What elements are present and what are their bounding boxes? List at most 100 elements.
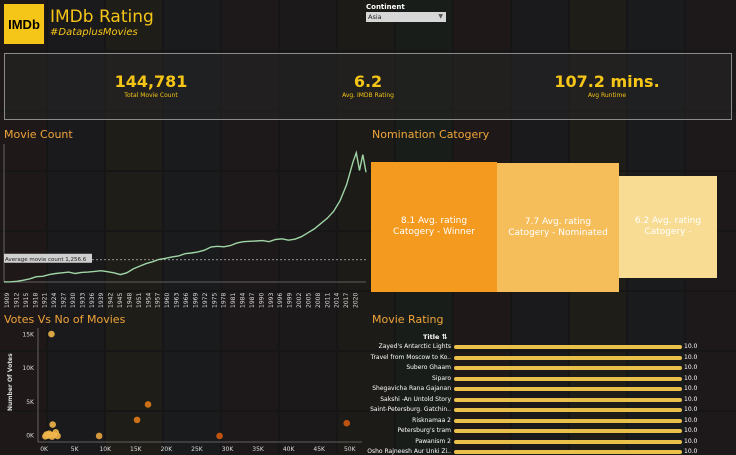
rating-row-title[interactable]: Shegavicha Rana Gajanan <box>372 385 451 392</box>
x-tick-label: 1933 <box>79 293 86 308</box>
x-tick-label: 1975 <box>211 293 218 308</box>
nomination-section-title: Nomination Catogery <box>372 128 490 141</box>
x-tick-label: 1948 <box>127 293 134 308</box>
scatter-point <box>48 433 56 440</box>
nomination-avg-rating: 6.2 Avg. rating <box>634 216 702 226</box>
x-tick-label: 1960 <box>164 293 171 308</box>
scatter-point <box>49 421 56 428</box>
x-tick-label: 1921 <box>42 293 49 308</box>
x-tick-label: 1951 <box>136 293 143 308</box>
scatter-point <box>48 330 55 338</box>
rating-row-title[interactable]: Travel from Moscow to Ko.. <box>371 354 451 361</box>
rating-row-title[interactable]: Siparo <box>432 375 451 382</box>
x-tick-label: 2011 <box>324 293 331 308</box>
x-tick-label: 1978 <box>221 293 228 308</box>
x-tick-label: 1984 <box>240 293 247 308</box>
x-tick-label: 25K <box>191 446 204 453</box>
kpi-panel: 144,781 Total Movie Count 6.2 Avg. IMDB … <box>4 53 732 120</box>
rating-row-value: 10.0 <box>684 385 698 392</box>
nomination-avg-rating: 8.1 Avg. rating <box>400 216 468 226</box>
y-tick-label: 10K <box>22 365 35 372</box>
continent-dropdown[interactable]: Asia ▼ <box>366 12 446 22</box>
x-tick-label: 1969 <box>192 293 199 308</box>
rating-row-value: 10.0 <box>684 343 698 350</box>
x-tick-label: 2005 <box>306 293 313 308</box>
kpi-value: 6.2 <box>353 72 383 91</box>
kpi-avg-imdb-rating: 6.2 Avg. IMDB Rating <box>288 72 448 99</box>
page-subtitle: #DataplusMovies <box>50 27 138 38</box>
x-tick-label: 1972 <box>202 293 209 308</box>
rating-row-value: 10.0 <box>684 395 698 403</box>
kpi-label: Avg. IMDB Rating <box>342 92 394 99</box>
rating-row-value: 10.0 <box>684 416 698 424</box>
x-tick-label: 1909 <box>4 293 11 308</box>
rating-row-bar[interactable] <box>454 376 682 381</box>
sort-icon[interactable]: ⇅ <box>442 333 448 341</box>
average-reference-label-text: Average movie count 1,256.6 <box>5 257 87 263</box>
rating-row-value: 10.0 <box>684 406 698 413</box>
rating-row-bar[interactable] <box>454 366 682 370</box>
nomination-category: Catogery - Winner <box>393 227 475 237</box>
rating-row-bar[interactable] <box>454 429 682 433</box>
kpi-label: Total Movie Count <box>124 92 178 99</box>
rating-row-bar[interactable] <box>454 397 682 402</box>
imdb-logo: IMDb <box>4 4 44 44</box>
scatter-point <box>133 416 141 424</box>
x-tick-label: 2014 <box>334 293 341 308</box>
rating-list-header-label: Title <box>423 333 440 341</box>
rating-row-value: 10.0 <box>684 427 698 434</box>
x-tick-label: 1942 <box>108 293 115 308</box>
votes-scatter-chart[interactable]: Number Of Votes 0K 5K 10K 15K 0K 5K 10K 15K 20K 25… <box>0 324 368 454</box>
nomination-bar-other[interactable]: 6.2 Avg. rating Catogery - <box>619 176 717 278</box>
nomination-category: Catogery - <box>644 227 692 237</box>
rating-row-bar[interactable] <box>454 418 682 423</box>
rating-row-title[interactable]: Petersburg's tram <box>397 427 451 434</box>
x-tick-label: 1981 <box>230 293 237 308</box>
x-tick-label: 0K <box>40 446 49 453</box>
rating-row-value: 10.0 <box>684 364 698 371</box>
x-tick-label: 1987 <box>249 293 256 308</box>
kpi-value: 107.2 mins. <box>554 72 660 91</box>
x-tick-label: 2020 <box>353 293 360 308</box>
rating-row-bar[interactable] <box>454 355 682 360</box>
scatter-point <box>216 432 223 440</box>
rating-row-bar[interactable] <box>454 408 682 412</box>
x-tick-label: 1993 <box>268 293 275 308</box>
rating-row-title[interactable]: Saint-Petersburg. Gatchin.. <box>370 406 451 413</box>
scatter-point <box>95 432 103 440</box>
y-tick-label: 0K <box>26 432 35 439</box>
y-tick-label: 5K <box>26 399 35 406</box>
x-tick-label: 2008 <box>315 293 322 308</box>
x-tick-label: 45K <box>313 446 326 453</box>
movie-count-line-chart[interactable]: Average movie count 1,256.61909 1912 1915 1… <box>0 140 370 312</box>
rating-row-bar[interactable] <box>454 345 682 349</box>
page-title: IMDb Rating <box>50 7 154 27</box>
x-tick-label: 5K <box>71 446 80 453</box>
rating-row-bar[interactable] <box>454 450 682 454</box>
average-reference-label: Average movie count 1,256.6 <box>4 253 92 263</box>
rating-row-title[interactable]: Sakshi -An Untold Story <box>380 396 451 403</box>
rating-row-title[interactable]: Pawanism 2 <box>415 438 451 445</box>
rating-row-bar[interactable] <box>454 439 682 444</box>
scatter-point <box>144 401 152 408</box>
x-tick-label: 1966 <box>183 293 190 308</box>
x-tick-label: 1990 <box>258 293 265 308</box>
x-tick-label: 2002 <box>296 293 303 308</box>
scatter-point <box>343 419 351 427</box>
x-tick-label: 1957 <box>155 293 162 308</box>
nomination-bar-winner[interactable]: 8.1 Avg. rating Catogery - Winner <box>371 162 497 292</box>
x-tick-label: 1954 <box>145 293 152 308</box>
y-axis-title: Number Of Votes <box>7 353 14 411</box>
nomination-bar-nominated[interactable]: 7.7 Avg. rating Catogery - Nominated <box>497 163 619 292</box>
x-tick-label: 20K <box>161 446 174 453</box>
rating-row-title[interactable]: Subero Ghaam <box>406 364 451 371</box>
x-tick-label: 1930 <box>70 293 77 308</box>
x-tick-label: 10K <box>99 446 112 453</box>
kpi-value: 144,781 <box>114 72 188 91</box>
rating-section-title: Movie Rating <box>372 313 444 326</box>
rating-row-value: 10.0 <box>684 353 698 361</box>
kpi-avg-runtime: 107.2 mins. Avg Runtime <box>527 72 687 99</box>
rating-row-title[interactable]: Zayed's Antarctic Lights <box>379 343 451 350</box>
rating-row-bar[interactable] <box>454 387 682 391</box>
rating-row-title[interactable]: Risknamaa 2 <box>412 417 451 424</box>
